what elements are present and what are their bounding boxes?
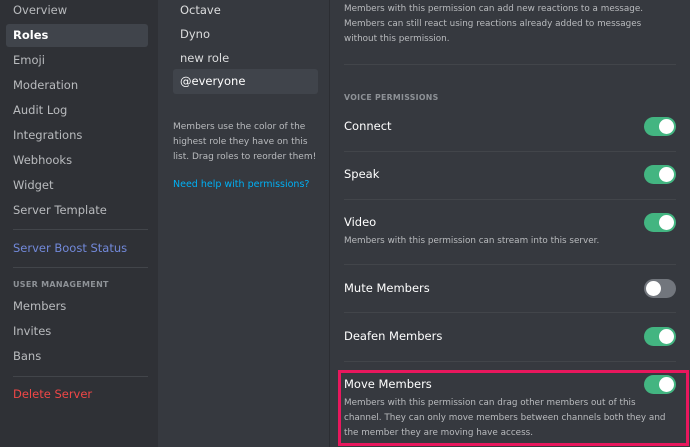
toggle-knob bbox=[659, 215, 674, 230]
role-item-everyone[interactable]: @everyone bbox=[173, 69, 318, 94]
permission-divider bbox=[344, 264, 676, 265]
settings-sidebar: Overview Roles Emoji Moderation Audit Lo… bbox=[0, 0, 158, 447]
permission-video-toggle[interactable] bbox=[644, 213, 676, 232]
sidebar-divider bbox=[13, 229, 148, 230]
add-reactions-description: Members with this permission can add new… bbox=[344, 4, 644, 44]
sidebar-item-invites[interactable]: Invites bbox=[6, 320, 148, 343]
permission-connect-label: Connect bbox=[344, 119, 392, 133]
role-item-new-role[interactable]: new role bbox=[173, 46, 318, 71]
user-management-header: USER MANAGEMENT bbox=[13, 280, 109, 289]
sidebar-item-moderation[interactable]: Moderation bbox=[6, 74, 148, 97]
permission-speak-toggle[interactable] bbox=[644, 165, 676, 184]
voice-permissions-header: VOICE PERMISSIONS bbox=[344, 93, 439, 102]
move-members-highlight-box bbox=[338, 370, 689, 446]
roles-list-panel: Octave Dyno new role @everyone Members u… bbox=[158, 0, 330, 447]
permission-divider bbox=[344, 151, 676, 152]
permission-mute-members-toggle[interactable] bbox=[644, 279, 676, 298]
sidebar-divider bbox=[13, 267, 148, 268]
toggle-knob bbox=[646, 281, 661, 296]
permission-divider bbox=[344, 312, 676, 313]
sidebar-item-audit-log[interactable]: Audit Log bbox=[6, 99, 148, 122]
sidebar-item-delete-server[interactable]: Delete Server bbox=[6, 383, 148, 406]
permission-deafen-members-label: Deafen Members bbox=[344, 329, 443, 343]
sidebar-item-bans[interactable]: Bans bbox=[6, 345, 148, 368]
sidebar-item-emoji[interactable]: Emoji bbox=[6, 49, 148, 72]
toggle-knob bbox=[659, 167, 674, 182]
sidebar-item-webhooks[interactable]: Webhooks bbox=[6, 149, 148, 172]
permission-divider bbox=[344, 361, 676, 362]
sidebar-divider bbox=[13, 376, 148, 377]
sidebar-item-widget[interactable]: Widget bbox=[6, 174, 148, 197]
sidebar-item-integrations[interactable]: Integrations bbox=[6, 124, 148, 147]
roles-hint-text: Members use the color of the highest rol… bbox=[173, 122, 317, 162]
permission-divider bbox=[344, 199, 676, 200]
permission-speak-label: Speak bbox=[344, 167, 380, 181]
toggle-knob bbox=[659, 329, 674, 344]
permission-connect-toggle[interactable] bbox=[644, 117, 676, 136]
role-item-octave[interactable]: Octave bbox=[173, 0, 318, 23]
permission-video-description: Members with this permission can stream … bbox=[344, 236, 600, 246]
permission-mute-members-label: Mute Members bbox=[344, 281, 430, 295]
sidebar-item-server-template[interactable]: Server Template bbox=[6, 199, 148, 222]
permission-video-label: Video bbox=[344, 215, 377, 229]
sidebar-item-server-boost-status[interactable]: Server Boost Status bbox=[6, 237, 148, 260]
toggle-knob bbox=[659, 119, 674, 134]
sidebar-item-members[interactable]: Members bbox=[6, 295, 148, 318]
permission-divider bbox=[344, 64, 676, 65]
sidebar-item-roles[interactable]: Roles bbox=[6, 24, 148, 47]
permissions-help-link[interactable]: Need help with permissions? bbox=[173, 179, 309, 190]
sidebar-item-overview[interactable]: Overview bbox=[6, 0, 148, 22]
permission-deafen-members-toggle[interactable] bbox=[644, 327, 676, 346]
role-item-dyno[interactable]: Dyno bbox=[173, 22, 318, 47]
